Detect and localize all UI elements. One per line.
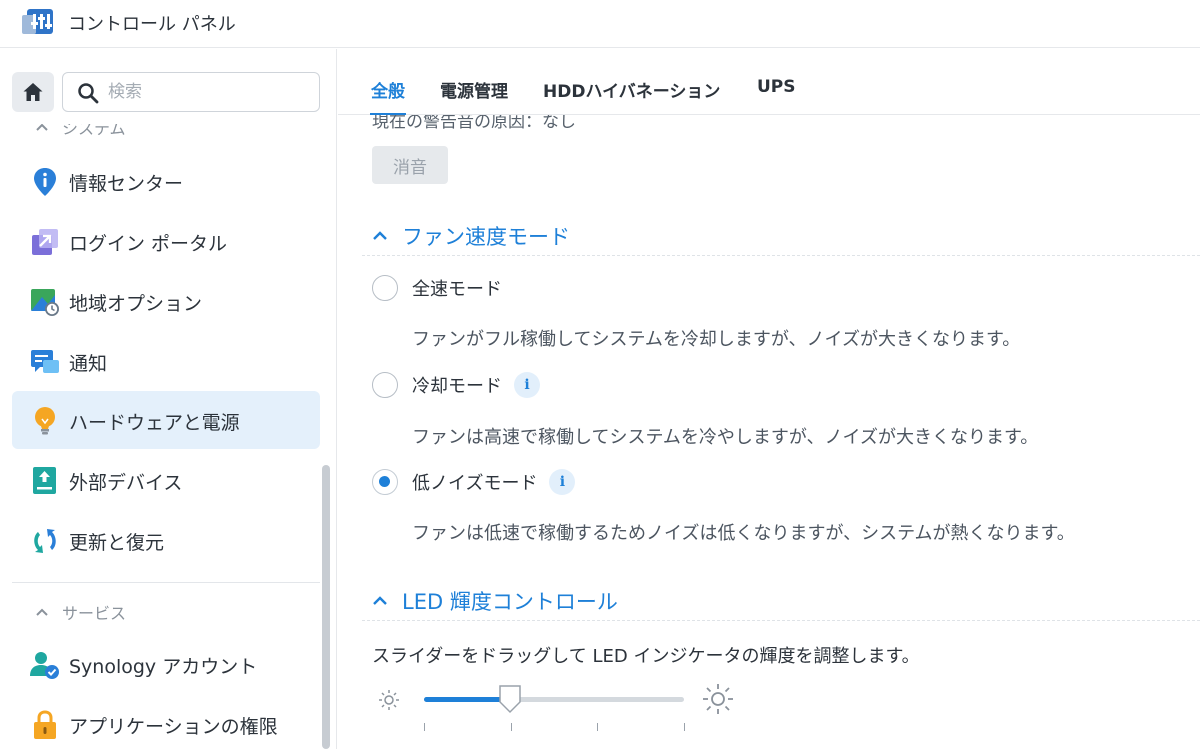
sidebar-item-regional-options[interactable]: 地域オプション <box>12 272 320 330</box>
slider-track[interactable] <box>424 697 684 702</box>
full-speed-description: ファンがフル稼働してシステムを冷却しますが、ノイズが大きくなります。 <box>412 329 1021 350</box>
control-panel-app-icon <box>22 9 53 34</box>
sidebar-item-login-portal[interactable]: ログイン ポータル <box>12 212 320 270</box>
info-icon[interactable]: i <box>549 469 576 495</box>
sidebar-item-update-restore[interactable]: 更新と復元 <box>12 511 320 569</box>
chevron-up-icon <box>36 608 48 616</box>
radio-button[interactable] <box>372 275 398 301</box>
sidebar-item-label: ログイン ポータル <box>69 233 228 255</box>
sidebar-item-label: アプリケーションの権限 <box>69 716 278 738</box>
section-divider <box>362 620 1200 621</box>
section-label: サービス <box>62 604 127 623</box>
section-divider <box>362 255 1200 256</box>
slider-tick <box>597 723 599 731</box>
led-brightness-section-header[interactable]: LED 輝度コントロール <box>372 586 618 616</box>
title-bar: コントロール パネル <box>0 0 1200 48</box>
info-icon[interactable]: i <box>514 372 540 398</box>
cool-mode-description: ファンは高速で稼働してシステムを冷やしますが、ノイズが大きくなります。 <box>412 427 1039 448</box>
sidebar-scrollbar[interactable] <box>322 465 330 749</box>
brightness-high-icon <box>703 684 733 714</box>
main-panel: 全般 電源管理 HDDハイバネーション UPS 現在の警告音の原因：なし 消音 … <box>338 49 1200 749</box>
radio-button[interactable] <box>372 372 398 398</box>
search-icon <box>78 83 99 104</box>
login-portal-icon <box>32 229 58 255</box>
brightness-low-icon <box>379 690 399 710</box>
radio-quiet-mode[interactable]: 低ノイズモード i <box>372 469 576 495</box>
sidebar-item-label: 地域オプション <box>69 293 203 315</box>
sidebar: システム 情報センター ログイン ポータル 地域オプション <box>0 49 337 749</box>
regional-options-icon <box>31 289 59 316</box>
notification-icon <box>31 350 59 373</box>
section-label: システム <box>62 119 126 138</box>
sidebar-item-label: 外部デバイス <box>69 472 183 494</box>
sidebar-item-hardware-power[interactable]: ハードウェアと電源 <box>12 391 320 449</box>
info-pin-icon <box>34 168 56 196</box>
synology-account-icon <box>30 652 59 679</box>
chevron-up-icon <box>36 124 48 131</box>
sidebar-item-label: Synology アカウント <box>69 656 258 678</box>
external-device-icon <box>33 467 56 494</box>
tab-hdd-hibernation[interactable]: HDDハイバネーション <box>543 77 720 102</box>
led-brightness-description: スライダーをドラッグして LED インジケータの輝度を調整します。 <box>372 646 920 667</box>
search-input[interactable] <box>108 79 308 105</box>
mute-button[interactable]: 消音 <box>372 146 448 184</box>
radio-cool-mode[interactable]: 冷却モード i <box>372 372 540 398</box>
tab-bar: 全般 電源管理 HDDハイバネーション UPS <box>338 49 1200 115</box>
radio-label: 低ノイズモード <box>412 473 538 494</box>
sidebar-item-label: 情報センター <box>69 173 184 195</box>
tab-general[interactable]: 全般 <box>371 77 405 102</box>
tab-power-management[interactable]: 電源管理 <box>440 77 508 102</box>
led-brightness-slider[interactable] <box>378 683 748 743</box>
led-brightness-heading: LED 輝度コントロール <box>402 590 618 614</box>
lock-icon <box>34 710 56 739</box>
app-title: コントロール パネル <box>68 14 236 35</box>
chevron-up-icon <box>373 231 387 240</box>
search-box[interactable] <box>62 72 320 112</box>
sidebar-item-external-devices[interactable]: 外部デバイス <box>12 451 320 509</box>
chevron-up-icon <box>373 596 387 605</box>
radio-button-checked[interactable] <box>372 469 398 495</box>
slider-tick <box>424 723 425 731</box>
quiet-mode-description: ファンは低速で稼働するためノイズは低くなりますが、システムが熱くなります。 <box>412 523 1075 544</box>
sidebar-item-application-privileges[interactable]: アプリケーションの権限 <box>12 695 320 749</box>
tab-ups[interactable]: UPS <box>757 77 796 97</box>
radio-label: 冷却モード <box>412 376 502 397</box>
sidebar-item-synology-account[interactable]: Synology アカウント <box>12 635 320 693</box>
active-tab-indicator <box>370 113 406 115</box>
section-header-system[interactable]: システム <box>36 119 126 139</box>
sidebar-item-label: 通知 <box>69 353 108 375</box>
radio-label: 全速モード <box>412 279 502 300</box>
slider-tick <box>510 723 512 731</box>
sidebar-item-label: 更新と復元 <box>69 532 165 554</box>
update-restore-icon <box>34 529 56 553</box>
fan-speed-heading: ファン速度モード <box>402 225 570 249</box>
slider-thumb[interactable] <box>498 684 522 714</box>
fan-speed-section-header[interactable]: ファン速度モード <box>372 221 570 251</box>
sidebar-item-info-center[interactable]: 情報センター <box>12 152 320 210</box>
sidebar-item-notification[interactable]: 通知 <box>12 332 320 390</box>
radio-full-speed-mode[interactable]: 全速モード <box>372 275 502 301</box>
slider-tick <box>684 723 685 731</box>
home-icon <box>23 83 43 101</box>
sidebar-item-label: ハードウェアと電源 <box>69 412 240 434</box>
section-header-services[interactable]: サービス <box>36 600 126 624</box>
lightbulb-icon <box>35 407 55 435</box>
home-button[interactable] <box>12 72 54 112</box>
sidebar-divider <box>12 582 320 583</box>
